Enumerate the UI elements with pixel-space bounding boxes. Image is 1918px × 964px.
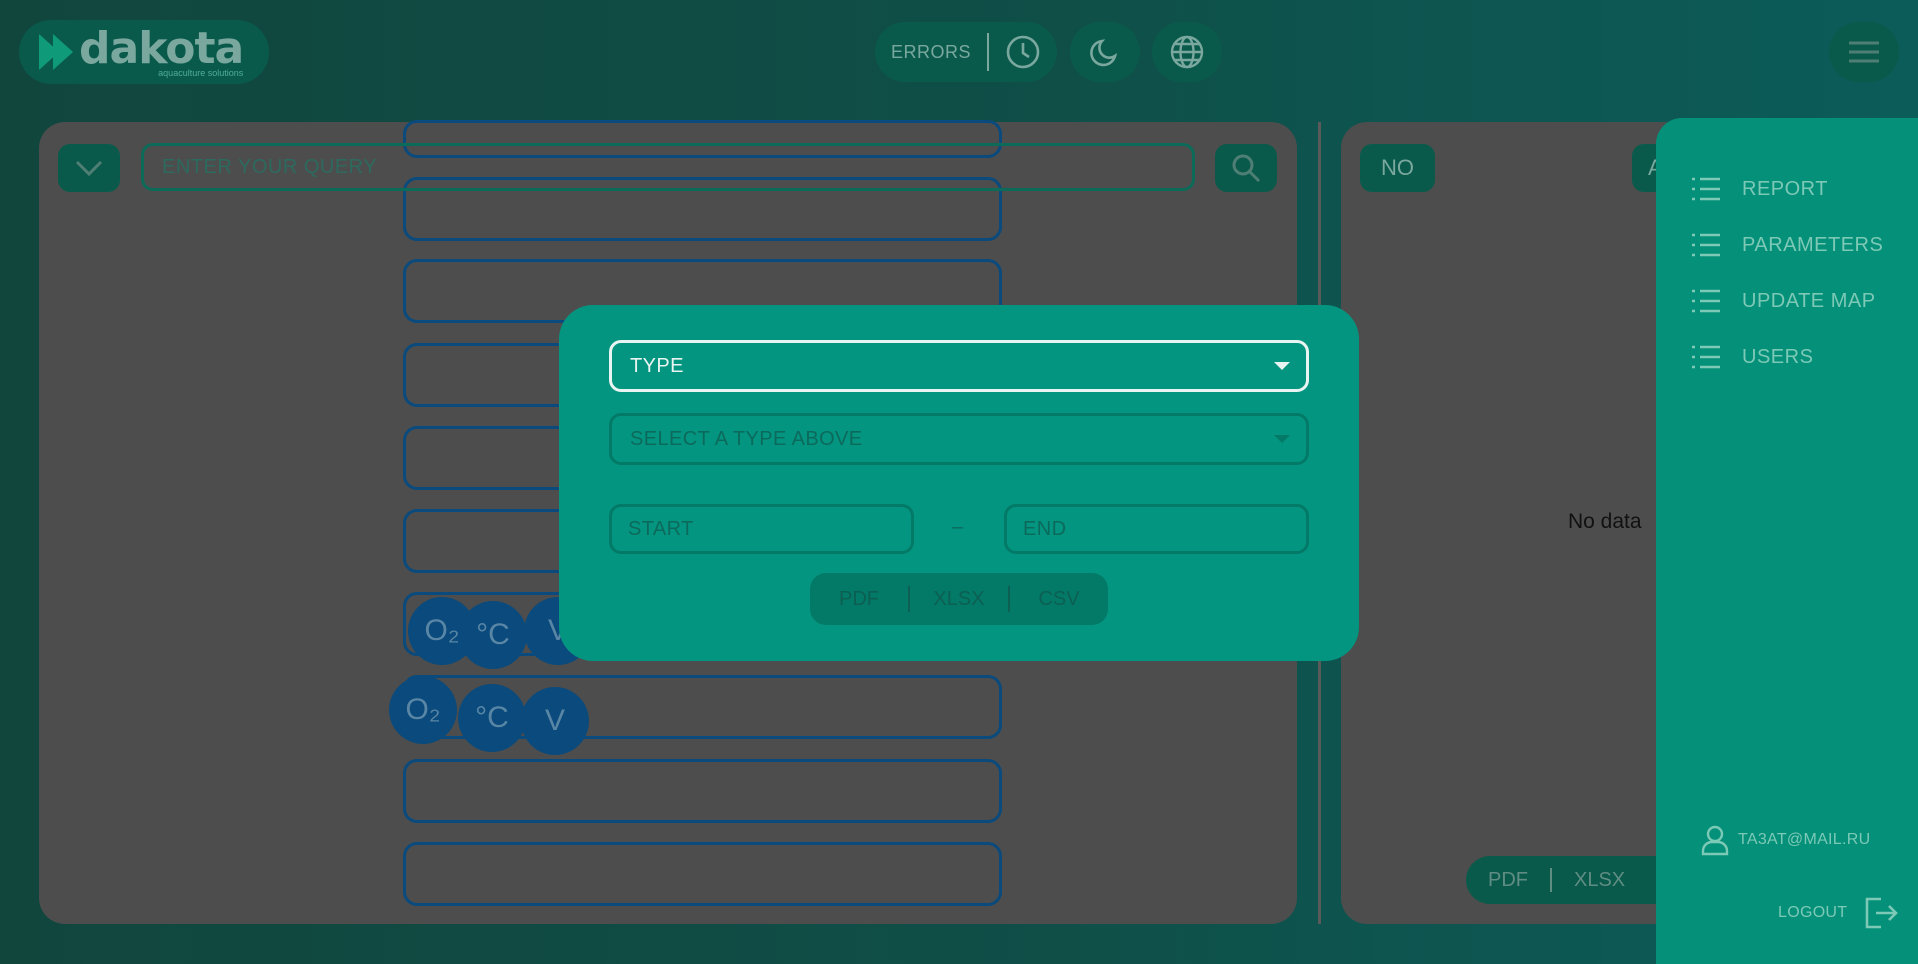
voltage-badge: V: [521, 687, 589, 755]
search-icon: [1232, 154, 1261, 183]
temperature-badge: °C: [459, 601, 527, 669]
modal-export-csv-button[interactable]: CSV: [1010, 588, 1108, 611]
moon-icon: [1090, 39, 1118, 67]
oxygen-badge: O₂: [389, 676, 457, 744]
query-placeholder: ENTER YOUR QUERY: [162, 155, 378, 178]
end-date-input[interactable]: END: [1004, 504, 1309, 554]
menu-item-users[interactable]: USERS: [1690, 344, 1813, 370]
export-xlsx-button[interactable]: XLSX: [1574, 869, 1625, 892]
errors-label: ERRORS: [891, 41, 972, 62]
menu-item-label: UPDATE MAP: [1742, 289, 1876, 312]
logo-word: dakota: [79, 22, 244, 74]
logout-label: LOGOUT: [1778, 904, 1848, 921]
current-user[interactable]: TA3AT@MAIL.RU: [1700, 824, 1870, 856]
clock-icon: [1006, 35, 1040, 69]
end-date-placeholder: END: [1023, 517, 1067, 540]
chevron-down-icon: [75, 160, 103, 177]
logo-tagline: aquaculture solutions: [158, 67, 244, 78]
no-button[interactable]: NO: [1360, 144, 1435, 192]
query-input[interactable]: ENTER YOUR QUERY: [141, 143, 1195, 191]
errors-separator: [987, 33, 989, 71]
list-icon: [1692, 345, 1720, 369]
hamburger-menu-button[interactable]: [1829, 22, 1899, 82]
menu-item-parameters[interactable]: PARAMETERS: [1690, 232, 1883, 258]
list-icon: [1692, 289, 1720, 313]
export-separator: [1550, 868, 1552, 892]
logout-button[interactable]: LOGOUT: [1778, 896, 1899, 930]
hamburger-icon: [1849, 41, 1879, 63]
temperature-badge: °C: [458, 684, 526, 752]
logo-arrows-icon: [39, 34, 73, 70]
date-range-dash: –: [952, 516, 964, 538]
globe-icon: [1170, 35, 1204, 69]
subtype-select[interactable]: SELECT A TYPE ABOVE: [609, 413, 1309, 465]
modal-export-pdf-button[interactable]: PDF: [810, 588, 908, 611]
menu-item-label: PARAMETERS: [1742, 233, 1884, 256]
theme-toggle-button[interactable]: [1070, 22, 1140, 82]
sensor-card[interactable]: [403, 759, 1002, 823]
subtype-select-value: SELECT A TYPE ABOVE: [630, 427, 863, 450]
menu-item-label: REPORT: [1742, 177, 1828, 200]
modal-export-group: PDF XLSX CSV: [810, 573, 1108, 625]
type-select-value: TYPE: [630, 354, 684, 377]
errors-button[interactable]: ERRORS: [875, 22, 1057, 82]
sensor-card[interactable]: [403, 842, 1002, 906]
list-icon: [1692, 177, 1720, 201]
menu-item-update-map[interactable]: UPDATE MAP: [1690, 288, 1876, 314]
type-select[interactable]: TYPE: [609, 340, 1309, 392]
start-date-placeholder: START: [628, 517, 694, 540]
logout-icon: [1866, 897, 1899, 929]
export-pdf-button[interactable]: PDF: [1488, 869, 1528, 892]
menu-item-report[interactable]: REPORT: [1690, 176, 1828, 202]
no-data-message: No data: [1568, 510, 1642, 533]
search-button[interactable]: [1215, 144, 1277, 192]
caret-down-icon: [1274, 435, 1290, 443]
caret-down-icon: [1274, 362, 1290, 370]
list-icon: [1692, 233, 1720, 257]
app-logo[interactable]: dakota aquaculture solutions: [19, 20, 269, 84]
language-button[interactable]: [1152, 22, 1222, 82]
menu-item-label: USERS: [1742, 345, 1814, 368]
start-date-input[interactable]: START: [609, 504, 914, 554]
modal-export-xlsx-button[interactable]: XLSX: [910, 588, 1008, 611]
user-icon: [1701, 825, 1729, 856]
user-email: TA3AT@MAIL.RU: [1738, 831, 1871, 848]
expand-dropdown-button[interactable]: [58, 144, 120, 192]
